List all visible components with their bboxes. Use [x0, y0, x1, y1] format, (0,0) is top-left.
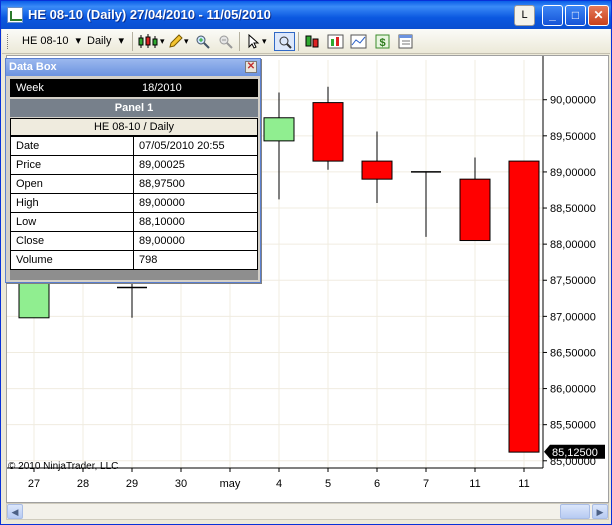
toolbar-grip[interactable] — [7, 34, 10, 49]
y-tick-label: 89,00000 — [550, 167, 596, 179]
x-tick-label: may — [220, 478, 241, 490]
y-tick-label: 87,50000 — [550, 275, 596, 287]
candle-body — [263, 117, 295, 142]
link-button[interactable]: L — [514, 5, 535, 26]
row-value: 798 — [133, 250, 258, 270]
data-box-table: Date 07/05/2010 20:55 Price 89,00025 Open 8… — [10, 136, 258, 270]
close-icon[interactable]: ✕ — [245, 61, 257, 73]
y-tick-label: 88,00000 — [550, 239, 596, 251]
candle-body — [508, 160, 540, 453]
x-tick-label: 5 — [325, 478, 331, 490]
instrument-label: HE 08-10 / Daily — [10, 118, 258, 136]
y-tick-label: 90,00000 — [550, 95, 596, 107]
week-label: Week — [16, 82, 44, 94]
row-value: 89,00000 — [133, 193, 258, 213]
table-row: Date 07/05/2010 20:55 — [10, 136, 258, 156]
x-tick-label: 28 — [77, 478, 89, 490]
row-key: Close — [10, 231, 134, 251]
instrument-selector[interactable]: HE 08-10 ▾ — [22, 32, 81, 51]
x-tick-label: 4 — [276, 478, 282, 490]
chart-app-icon — [7, 7, 23, 23]
table-row: Close 89,00000 — [10, 231, 258, 251]
data-box-footer — [10, 270, 258, 280]
row-key: High — [10, 193, 134, 213]
chevron-down-icon[interactable]: ▾ — [184, 32, 189, 51]
x-tick-label: 11 — [469, 478, 480, 490]
maximize-button[interactable]: □ — [565, 5, 586, 26]
x-tick-label: 27 — [28, 478, 40, 490]
zoom-in-icon[interactable] — [194, 33, 211, 50]
data-box-title-bar[interactable]: Data Box ✕ — [6, 59, 260, 76]
table-row: Open 88,97500 — [10, 174, 258, 194]
strategy-icon[interactable]: $ — [374, 33, 391, 50]
y-tick-label: 89,50000 — [550, 131, 596, 143]
table-row: Price 89,00025 — [10, 155, 258, 175]
candle-body — [312, 102, 344, 162]
toolbar-separator — [132, 32, 133, 51]
toolbar-separator — [239, 32, 240, 51]
candle-body — [459, 178, 491, 242]
row-value: 89,00025 — [133, 155, 258, 175]
row-value: 88,97500 — [133, 174, 258, 194]
bar-type-icon[interactable] — [304, 33, 321, 50]
row-key: Date — [10, 136, 134, 156]
zoom-out-icon[interactable] — [217, 33, 234, 50]
data-box-title: Data Box — [9, 61, 57, 73]
scroll-thumb[interactable] — [560, 504, 590, 519]
instrument-label: HE 08-10 — [22, 35, 69, 47]
svg-text:$: $ — [379, 37, 385, 49]
row-value: 07/05/2010 20:55 — [133, 136, 258, 156]
scroll-right-icon[interactable]: ▶ — [592, 504, 608, 519]
chevron-down-icon: ▾ — [75, 35, 82, 47]
data-box-week-row: Week 18/2010 — [10, 79, 258, 97]
chart-properties-icon[interactable] — [327, 33, 344, 50]
row-value: 89,00000 — [133, 231, 258, 251]
chevron-down-icon[interactable]: ▾ — [262, 32, 267, 51]
row-key: Low — [10, 212, 134, 232]
x-tick-label: 6 — [374, 478, 380, 490]
scroll-left-icon[interactable]: ◀ — [7, 504, 23, 519]
data-box-icon[interactable] — [397, 33, 414, 50]
y-tick-label: 86,50000 — [550, 347, 596, 359]
minimize-button[interactable]: _ — [542, 5, 563, 26]
copyright-text: © 2010 NinjaTrader, LLC — [8, 461, 119, 472]
chevron-down-icon[interactable]: ▾ — [160, 32, 165, 51]
x-tick-label: 29 — [126, 478, 138, 490]
x-tick-label: 30 — [175, 478, 187, 490]
table-row: High 89,00000 — [10, 193, 258, 213]
table-row: Low 88,10000 — [10, 212, 258, 232]
chevron-down-icon: ▾ — [118, 35, 125, 47]
x-tick-label: 7 — [423, 478, 429, 490]
x-tick-label: 11 — [518, 478, 529, 490]
indicators-icon[interactable] — [350, 33, 367, 50]
close-button[interactable]: ✕ — [588, 5, 609, 26]
toolbar-separator — [298, 32, 299, 51]
chart-window: HE 08-10 (Daily) 27/04/2010 - 11/05/2010… — [0, 0, 612, 525]
data-box-panel[interactable]: Data Box ✕ Week 18/2010 Panel 1 HE 08-10… — [5, 58, 261, 283]
cursor-pointer-icon[interactable] — [245, 33, 262, 50]
horizontal-scrollbar[interactable]: ◀ ▶ — [6, 503, 609, 520]
row-key: Open — [10, 174, 134, 194]
row-key: Volume — [10, 250, 134, 270]
interval-label: Daily — [87, 35, 112, 47]
candle-body — [361, 160, 393, 180]
chart-toolbar: HE 08-10 ▾ Daily ▾ ▾ ▾ ▾ $ — [2, 29, 610, 54]
crosshair-icon[interactable] — [274, 32, 295, 51]
y-tick-label: 87,00000 — [550, 311, 596, 323]
panel-label: Panel 1 — [10, 99, 258, 117]
last-price-label: 85,12500 — [552, 447, 598, 459]
title-bar[interactable]: HE 08-10 (Daily) 27/04/2010 - 11/05/2010… — [1, 1, 611, 29]
pencil-draw-icon[interactable] — [167, 33, 184, 50]
row-value: 88,10000 — [133, 212, 258, 232]
interval-selector[interactable]: Daily ▾ — [87, 32, 124, 51]
row-key: Price — [10, 155, 134, 175]
table-row: Volume 798 — [10, 250, 258, 270]
candlestick-chart-icon[interactable] — [137, 33, 161, 50]
y-tick-label: 86,00000 — [550, 384, 596, 396]
y-tick-label: 88,50000 — [550, 203, 596, 215]
week-value: 18/2010 — [142, 82, 182, 94]
window-title: HE 08-10 (Daily) 27/04/2010 - 11/05/2010 — [28, 7, 271, 22]
y-tick-label: 85,50000 — [550, 420, 596, 432]
